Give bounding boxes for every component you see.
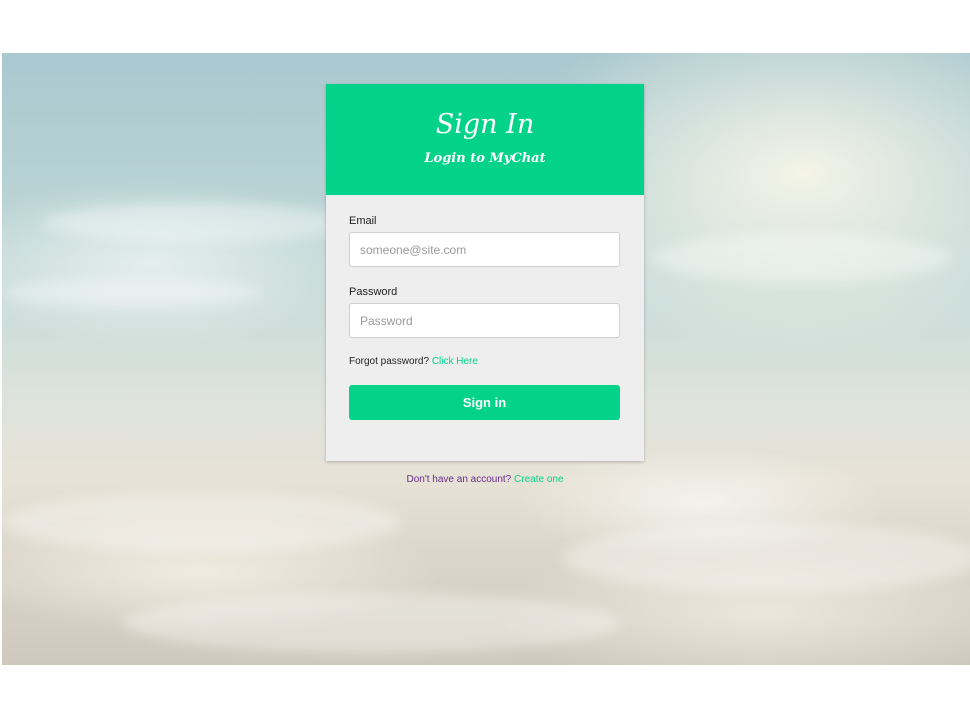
forgot-password-link[interactable]: Click Here xyxy=(432,356,478,367)
cloud-shape xyxy=(2,278,262,308)
sky-background: Sign In Login to MyChat Email Password F… xyxy=(2,53,970,665)
create-account-link[interactable]: Create one xyxy=(514,474,563,485)
password-label: Password xyxy=(349,286,398,298)
cloud-shape xyxy=(42,203,362,243)
email-field[interactable] xyxy=(349,232,620,267)
cloud-shape xyxy=(2,493,402,553)
card-title: Sign In xyxy=(435,109,535,140)
forgot-password-row: Forgot password? Click Here xyxy=(349,355,621,369)
card-header: Sign In Login to MyChat xyxy=(326,84,644,195)
sign-in-form: Email Password Forgot password? Click He… xyxy=(326,195,644,420)
cloud-shape xyxy=(562,523,970,593)
sign-in-button[interactable]: Sign in xyxy=(349,385,620,420)
password-field[interactable] xyxy=(349,303,620,338)
sign-in-card: Sign In Login to MyChat Email Password F… xyxy=(326,84,644,461)
email-label: Email xyxy=(349,215,377,227)
cloud-shape xyxy=(122,593,622,653)
cloud-shape xyxy=(652,233,952,283)
no-account-text: Don't have an account? xyxy=(406,474,512,485)
forgot-password-text: Forgot password? xyxy=(349,356,430,367)
card-subtitle: Login to MyChat xyxy=(424,151,546,166)
create-account-row: Don't have an account? Create one xyxy=(326,474,644,485)
